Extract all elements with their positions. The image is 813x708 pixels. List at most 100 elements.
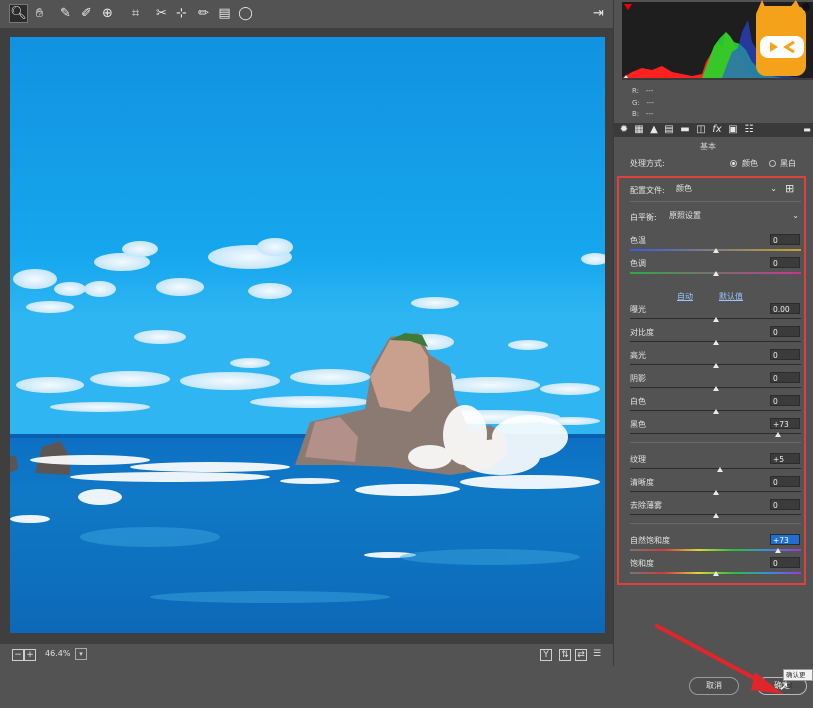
auto-link[interactable]: 自动 <box>677 291 693 302</box>
treatment-bw-radio[interactable] <box>769 160 776 167</box>
split-toning-tab-icon[interactable]: ▬ <box>679 124 691 136</box>
gradient-icon[interactable]: ▤ <box>216 5 233 22</box>
wb-label: 白平衡: <box>630 213 657 222</box>
r-value: --- <box>645 87 654 95</box>
slider-track[interactable] <box>630 468 801 469</box>
panel-menu-icon[interactable]: ▬ <box>801 124 813 136</box>
treatment-label: 处理方式: <box>630 159 665 168</box>
copy-settings-icon[interactable]: ⇄ <box>575 649 587 661</box>
eyedropper-icon[interactable]: ✎ <box>57 5 74 22</box>
swap-before-after-icon[interactable]: ⇅ <box>559 649 571 661</box>
slider-label: 去除薄雾 <box>630 501 662 510</box>
zoom-dropdown[interactable]: ▾ <box>75 648 87 660</box>
slider-thumb[interactable] <box>712 513 719 518</box>
slider-thumb[interactable] <box>712 490 719 495</box>
zoom-in-button[interactable]: + <box>24 649 36 661</box>
slider-thumb[interactable] <box>712 248 719 253</box>
treatment-bw-label: 黑白 <box>780 159 796 168</box>
spot-removal-icon[interactable]: ✂ <box>153 5 170 22</box>
slider-value-input[interactable]: 0 <box>770 557 800 568</box>
b-value: --- <box>645 110 654 118</box>
slider-label: 白色 <box>630 397 646 406</box>
tone-curve-tab-icon[interactable]: ▦ <box>633 124 645 136</box>
profile-label: 配置文件: <box>630 186 665 195</box>
slider-thumb[interactable] <box>774 548 781 553</box>
radial-icon[interactable]: ◯ <box>237 5 254 22</box>
slider-thumb[interactable] <box>712 571 719 576</box>
hsl-tab-icon[interactable]: ▤ <box>663 124 675 136</box>
r-label: R: <box>632 87 640 95</box>
slider-thumb[interactable] <box>712 271 719 276</box>
profile-value: 颜色 <box>676 184 692 193</box>
divider <box>630 523 801 524</box>
profile-browser-icon[interactable]: ⊞ <box>785 182 794 195</box>
slider-thumb[interactable] <box>712 317 719 322</box>
slider-label: 色温 <box>630 236 646 245</box>
preview-image <box>10 37 605 633</box>
slider-label: 对比度 <box>630 328 654 337</box>
annotation-arrow <box>655 624 795 708</box>
export-icon[interactable]: ⇥ <box>590 5 607 22</box>
zoom-out-button[interactable]: − <box>12 649 24 661</box>
preview-settings-icon[interactable]: ☰ <box>592 649 602 659</box>
wb-value: 原照设置 <box>669 211 701 220</box>
calibration-tab-icon[interactable]: ▣ <box>727 124 739 136</box>
treatment-color-radio[interactable] <box>730 160 737 167</box>
b-label: B: <box>632 110 640 118</box>
slider-value-input[interactable]: 0 <box>770 257 800 268</box>
slider-label: 阴影 <box>630 374 646 383</box>
slider-label: 纹理 <box>630 455 646 464</box>
slider-thumb[interactable] <box>712 340 719 345</box>
divider <box>630 201 801 202</box>
lens-tab-icon[interactable]: ◫ <box>695 124 707 136</box>
detail-tab-icon[interactable]: ▲ <box>648 124 660 136</box>
divider <box>630 442 801 443</box>
treatment-color-label: 颜色 <box>742 159 758 168</box>
slider-value-input[interactable]: +73 <box>770 534 800 545</box>
g-value: --- <box>646 98 655 107</box>
slider-value-input[interactable]: +5 <box>770 453 800 464</box>
slider-label: 黑色 <box>630 420 646 429</box>
before-after-toggle-icon[interactable]: Y <box>540 649 552 661</box>
slider-thumb[interactable] <box>774 432 781 437</box>
slider-label: 饱和度 <box>630 559 654 568</box>
basic-tab-icon[interactable]: ✹ <box>618 124 630 136</box>
slider-value-input[interactable]: 0 <box>770 395 800 406</box>
rgb-readout: R: --- G: --- B: --- <box>632 86 654 121</box>
zoom-icon[interactable]: 🔍︎ <box>9 4 28 23</box>
effects-tab-icon[interactable]: fx <box>711 124 723 136</box>
slider-value-input[interactable]: 0 <box>770 326 800 337</box>
slider-label: 高光 <box>630 351 646 360</box>
slider-label: 色调 <box>630 259 646 268</box>
slider-value-input[interactable]: 0 <box>770 349 800 360</box>
section-title: 基本 <box>700 142 716 151</box>
slider-value-input[interactable]: 0 <box>770 372 800 383</box>
default-link[interactable]: 默认值 <box>719 291 743 302</box>
slider-thumb[interactable] <box>712 409 719 414</box>
crop-icon[interactable]: ⌗ <box>127 5 144 22</box>
slider-value-input[interactable]: +73 <box>770 418 800 429</box>
slider-value-input[interactable]: 0 <box>770 234 800 245</box>
slider-label: 清晰度 <box>630 478 654 487</box>
profile-dropdown[interactable]: 颜色 ⌄ <box>676 183 779 194</box>
brush-icon[interactable]: ✏ <box>195 5 212 22</box>
hand-icon[interactable]: ✋︎ <box>31 5 48 22</box>
mouse-cursor-icon: ➚ <box>779 679 790 693</box>
slider-label: 自然饱和度 <box>630 536 670 545</box>
chevron-down-icon: ⌄ <box>792 211 799 220</box>
slider-label: 曝光 <box>630 305 646 314</box>
slider-thumb[interactable] <box>716 467 723 472</box>
target-adjust-icon[interactable]: ⊕ <box>99 5 116 22</box>
zoom-level: 46.4% <box>45 649 71 658</box>
chevron-down-icon: ⌄ <box>770 184 777 193</box>
slider-value-input[interactable]: 0 <box>770 476 800 487</box>
top-toolbar: 🔍︎ ✋︎ ✎ ✐ ⊕ ⌗ ✂ ⊹ ✏ ▤ ◯ ⇥ <box>0 0 613 28</box>
slider-thumb[interactable] <box>712 363 719 368</box>
presets-tab-icon[interactable]: ☷ <box>743 124 755 136</box>
slider-thumb[interactable] <box>712 386 719 391</box>
slider-value-input[interactable]: 0.00 <box>770 303 800 314</box>
red-eye-icon[interactable]: ⊹ <box>173 5 190 22</box>
color-sampler-icon[interactable]: ✐ <box>78 5 95 22</box>
wb-dropdown[interactable]: 原照设置 ⌄ <box>669 210 801 221</box>
slider-value-input[interactable]: 0 <box>770 499 800 510</box>
